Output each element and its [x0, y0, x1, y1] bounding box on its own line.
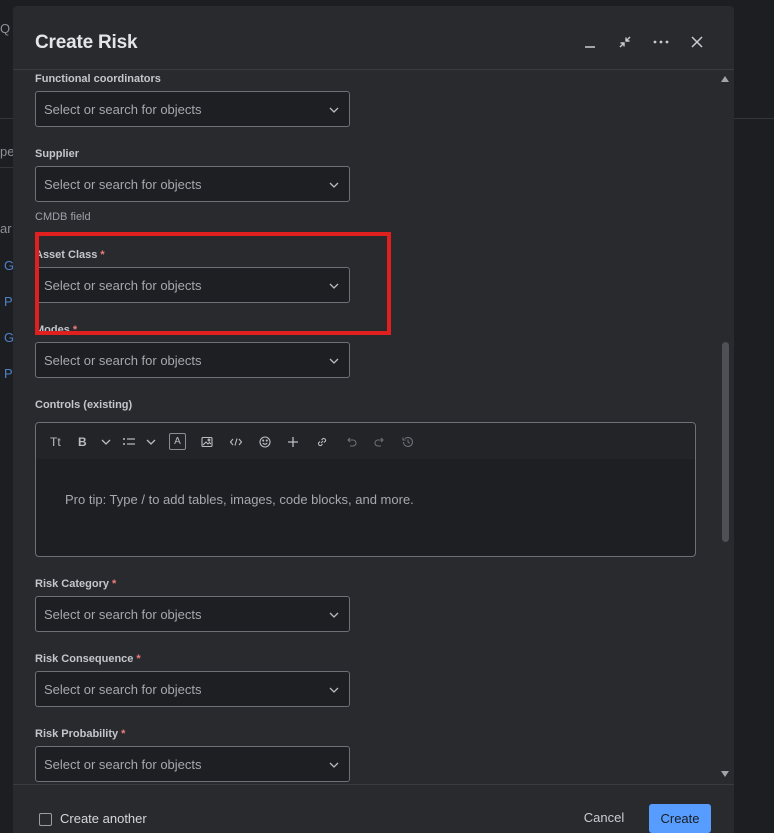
modal-title: Create Risk [35, 32, 138, 53]
list-chevron-icon[interactable] [144, 435, 158, 449]
modal-body[interactable]: Functional coordinators Select or search… [13, 71, 734, 784]
modal-footer: Create another Cancel Create [13, 784, 734, 833]
bold-button[interactable]: B [78, 435, 87, 449]
create-another-checkbox[interactable] [39, 813, 52, 826]
shrink-icon[interactable] [615, 32, 635, 52]
risk-consequence-select[interactable]: Select or search for objects [35, 671, 350, 707]
supplier-select[interactable]: Select or search for objects [35, 166, 350, 202]
functional-coordinators-label: Functional coordinators [35, 73, 161, 85]
modal-header: Create Risk [13, 6, 734, 70]
risk-probability-label: Risk Probability * [35, 728, 126, 740]
required-marker: * [111, 578, 117, 590]
create-another-label[interactable]: Create another [60, 811, 147, 826]
create-risk-modal: Create Risk Functional coordinators Sele… [13, 6, 734, 833]
scroll-up-arrow-icon[interactable] [721, 76, 729, 82]
required-marker: * [136, 653, 141, 665]
chevron-down-icon [329, 182, 339, 188]
chevron-down-icon [329, 612, 339, 618]
chevron-down-icon [329, 762, 339, 768]
chevron-down-icon [329, 687, 339, 693]
background-divider [0, 167, 13, 168]
cancel-button[interactable]: Cancel [573, 803, 635, 833]
required-marker: * [121, 728, 126, 740]
create-button[interactable]: Create [649, 804, 711, 833]
text-color-button[interactable]: A [169, 433, 186, 450]
insert-plus-icon[interactable] [286, 435, 300, 449]
more-icon[interactable] [651, 32, 671, 52]
chevron-down-icon [329, 107, 339, 113]
controls-editor[interactable]: Tt B A Pro tip: Type / to add tables, im… [35, 422, 696, 557]
select-placeholder: Select or search for objects [44, 757, 202, 772]
risk-category-select[interactable]: Select or search for objects [35, 596, 350, 632]
redo-icon[interactable] [373, 435, 387, 449]
background-text: ar [0, 221, 12, 236]
cmdb-field-label: CMDB field [35, 211, 91, 223]
background-text: Q [0, 21, 11, 36]
supplier-label: Supplier [35, 148, 80, 160]
close-icon[interactable] [687, 32, 707, 52]
code-block-icon[interactable] [229, 435, 243, 449]
select-placeholder: Select or search for objects [44, 607, 202, 622]
editor-toolbar: Tt B A [36, 423, 695, 459]
scrollbar-thumb[interactable] [722, 342, 729, 542]
link-icon[interactable] [315, 435, 329, 449]
functional-coordinators-select[interactable]: Select or search for objects [35, 91, 350, 127]
history-icon[interactable] [401, 435, 415, 449]
image-icon[interactable] [200, 435, 214, 449]
undo-icon[interactable] [344, 435, 358, 449]
risk-consequence-label: Risk Consequence * [35, 653, 141, 665]
editor-placeholder: Pro tip: Type / to add tables, images, c… [65, 492, 414, 507]
text-style-button[interactable]: Tt [50, 435, 61, 449]
background-divider [734, 118, 774, 119]
background-link: P [4, 294, 13, 309]
modes-select[interactable]: Select or search for objects [35, 342, 350, 378]
emoji-icon[interactable] [258, 435, 272, 449]
risk-category-label: Risk Category * [35, 578, 117, 590]
background-link: P [4, 366, 13, 381]
risk-probability-select[interactable]: Select or search for objects [35, 746, 350, 782]
select-placeholder: Select or search for objects [44, 682, 202, 697]
scroll-down-arrow-icon[interactable] [721, 771, 729, 777]
select-placeholder: Select or search for objects [44, 177, 202, 192]
controls-label: Controls (existing) [35, 399, 133, 411]
chevron-down-icon [329, 358, 339, 364]
highlight-box [35, 232, 391, 335]
bullet-list-icon[interactable] [122, 435, 136, 449]
more-formatting-chevron-icon[interactable] [99, 435, 113, 449]
background-divider [0, 118, 13, 119]
minimize-icon[interactable] [580, 32, 600, 52]
select-placeholder: Select or search for objects [44, 353, 202, 368]
select-placeholder: Select or search for objects [44, 102, 202, 117]
